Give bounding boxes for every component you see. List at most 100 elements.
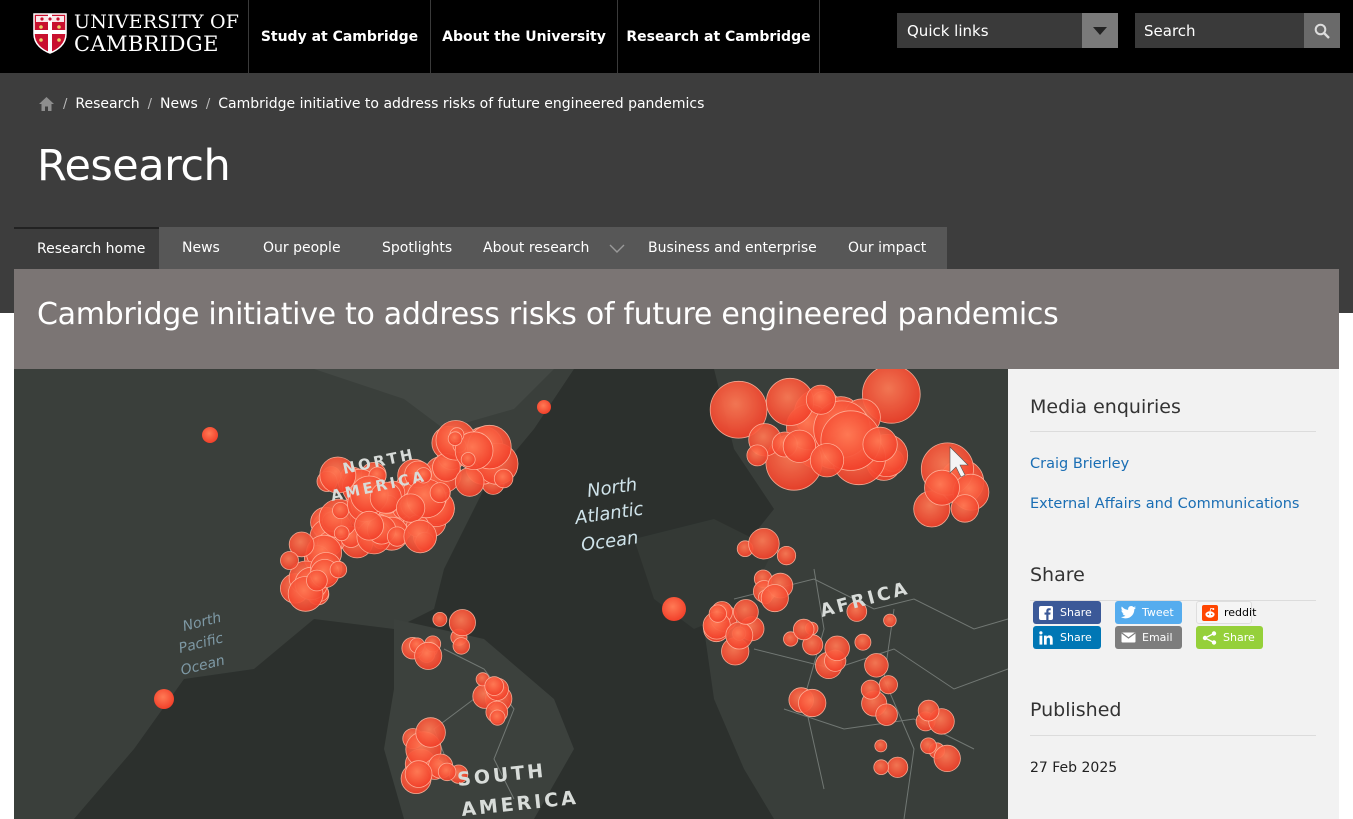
map-outbreak-marker <box>809 443 845 478</box>
subnav-business-and-enterprise[interactable]: Business and enterprise <box>627 227 826 269</box>
map-outbreak-marker <box>854 633 872 651</box>
search-box <box>1135 13 1340 48</box>
map-outbreak-marker <box>924 469 960 506</box>
generic-share-button[interactable]: Share <box>1196 626 1263 649</box>
contact-name-link[interactable]: Craig Brierley <box>1030 456 1129 472</box>
map-outbreak-marker <box>460 452 476 467</box>
map-outbreak-marker <box>760 584 789 613</box>
twitter-bird-icon <box>1120 605 1136 621</box>
share-icon <box>1201 630 1217 646</box>
search-icon <box>1314 23 1330 39</box>
map-outbreak-marker <box>873 759 889 776</box>
email-share-button[interactable]: Email <box>1115 626 1182 649</box>
subnav-research-home[interactable]: Research home <box>14 227 159 269</box>
map-outbreak-marker <box>864 653 889 678</box>
map-outbreak-marker <box>733 599 759 625</box>
map-outbreak-marker <box>404 760 433 788</box>
subnav-spotlights[interactable]: Spotlights <box>359 227 460 269</box>
breadcrumb-news[interactable]: News <box>160 96 198 112</box>
search-button[interactable] <box>1304 13 1340 48</box>
nav-research-at-cambridge[interactable]: Research at Cambridge <box>617 0 820 73</box>
map-outbreak-marker <box>489 709 506 726</box>
article-title: Cambridge initiative to address risks of… <box>37 297 1059 332</box>
map-outbreak-marker <box>437 762 457 782</box>
map-outbreak-marker <box>798 688 827 718</box>
quick-links-dropdown[interactable]: Quick links <box>897 13 1118 48</box>
map-outbreak-marker <box>202 427 218 443</box>
share-heading: Share <box>1030 564 1085 586</box>
map-outbreak-marker <box>920 737 937 755</box>
twitter-tweet-label: Tweet <box>1142 606 1174 619</box>
subnav-about-research-label: About research <box>483 240 590 256</box>
generic-share-label: Share <box>1223 631 1255 644</box>
reddit-share-button[interactable]: reddit <box>1196 601 1256 624</box>
reddit-share-label: reddit <box>1224 606 1257 619</box>
map-outbreak-marker <box>917 699 940 722</box>
home-icon[interactable] <box>38 96 55 112</box>
subnav-our-impact[interactable]: Our impact <box>826 227 947 269</box>
breadcrumb-separator: / <box>147 96 152 112</box>
linkedin-icon <box>1038 630 1054 646</box>
nav-about-the-university[interactable]: About the University <box>430 0 617 73</box>
map-outbreak-marker <box>874 739 888 753</box>
map-outbreak-marker <box>537 400 551 414</box>
subnav-news[interactable]: News <box>159 227 240 269</box>
map-outbreak-marker <box>414 641 443 670</box>
map-outbreak-marker <box>280 551 299 570</box>
facebook-icon <box>1038 605 1054 621</box>
breadcrumb: / Research / News / Cambridge initiative… <box>38 96 704 112</box>
facebook-share-button[interactable]: Share <box>1033 601 1101 624</box>
university-logo[interactable]: UNIVERSITY OF CAMBRIDGE <box>32 10 239 56</box>
subnav-about-research[interactable]: About research <box>460 227 627 269</box>
map-outbreak-marker <box>933 744 961 772</box>
map-outbreak-marker <box>875 703 898 726</box>
divider <box>1030 735 1316 736</box>
section-nav: Research home News Our people Spotlights… <box>14 227 947 269</box>
map-outbreak-marker <box>805 384 836 415</box>
contact-department-link[interactable]: External Affairs and Communications <box>1030 496 1299 512</box>
map-outbreak-marker <box>403 519 437 554</box>
published-heading: Published <box>1030 699 1122 721</box>
nav-study-at-cambridge[interactable]: Study at Cambridge <box>248 0 430 73</box>
reddit-icon <box>1202 604 1218 621</box>
map-outbreak-marker <box>776 546 797 566</box>
map-outbreak-marker <box>746 444 769 467</box>
breadcrumb-current[interactable]: Cambridge initiative to address risks of… <box>218 96 704 112</box>
section-title: Research <box>37 141 231 191</box>
email-share-label: Email <box>1142 631 1173 644</box>
breadcrumb-research[interactable]: Research <box>75 96 139 112</box>
map-outbreak-marker <box>883 613 897 628</box>
map-outbreak-marker <box>725 621 754 650</box>
map-outbreak-marker <box>415 717 446 748</box>
map-outbreak-marker <box>306 569 328 592</box>
article-sidebar: Media enquiries Craig Brierley External … <box>1008 369 1339 819</box>
map-outbreak-marker <box>332 501 350 519</box>
envelope-icon <box>1120 630 1136 646</box>
chevron-down-icon[interactable] <box>1082 13 1118 48</box>
map-outbreak-marker <box>708 604 727 623</box>
map-outbreak-marker <box>493 468 514 489</box>
map-outbreak-marker <box>333 525 350 542</box>
map-outbreak-marker <box>862 426 898 463</box>
map-outbreak-marker <box>154 689 174 709</box>
map-outbreak-marker <box>662 597 686 621</box>
map-outbreak-marker <box>860 679 881 700</box>
chevron-down-icon[interactable] <box>609 244 625 253</box>
subnav-our-people[interactable]: Our people <box>240 227 359 269</box>
logo-line-2: CAMBRIDGE <box>74 32 219 56</box>
logo-wordmark: UNIVERSITY OF CAMBRIDGE <box>74 11 239 55</box>
logo-line-1: UNIVERSITY OF <box>74 11 240 33</box>
article-title-bar: Cambridge initiative to address risks of… <box>14 269 1339 369</box>
divider <box>1030 431 1316 432</box>
map-outbreak-marker <box>447 431 463 446</box>
twitter-tweet-button[interactable]: Tweet <box>1115 601 1182 624</box>
quick-links-label: Quick links <box>907 21 989 40</box>
breadcrumb-separator: / <box>63 96 68 112</box>
map-outbreak-marker <box>886 756 909 778</box>
map-outbreak-marker <box>329 560 348 579</box>
map-outbreak-marker <box>748 527 780 560</box>
map-outbreak-marker <box>354 510 384 541</box>
linkedin-share-button[interactable]: Share <box>1033 626 1101 649</box>
linkedin-share-label: Share <box>1060 631 1092 644</box>
search-input[interactable] <box>1135 13 1303 48</box>
